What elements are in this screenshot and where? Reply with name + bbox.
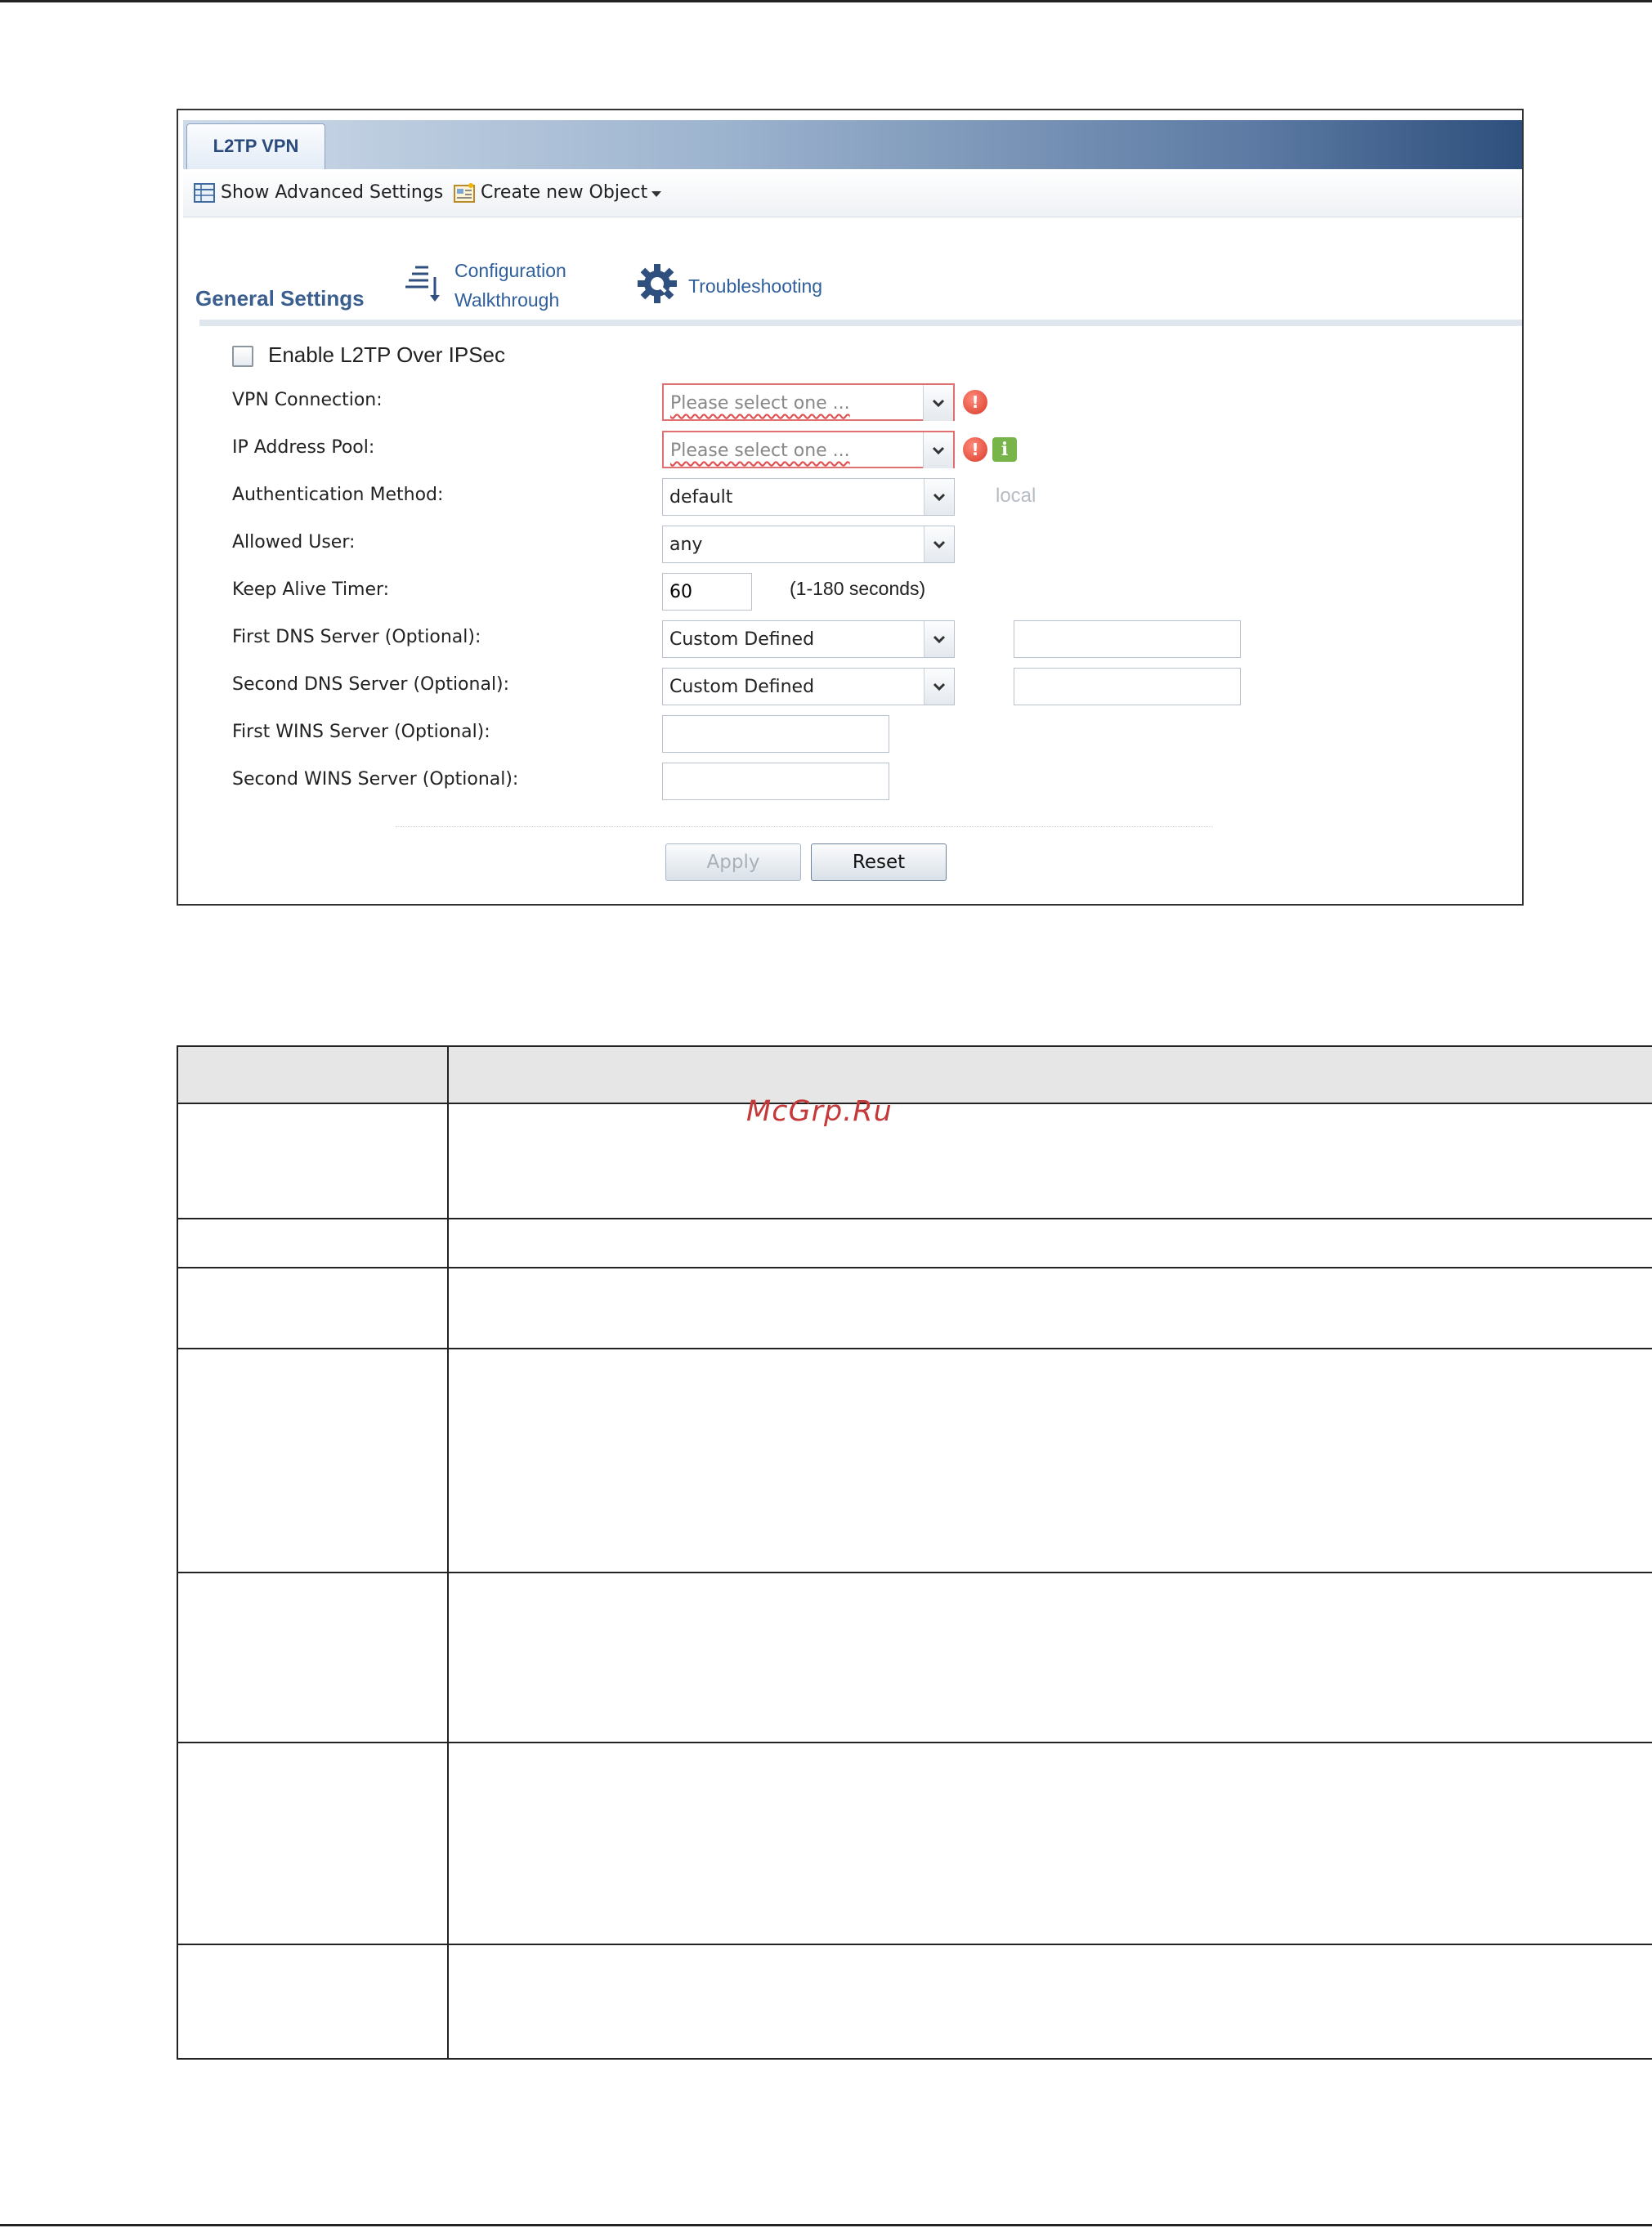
- error-icon: !: [963, 390, 987, 414]
- create-new-object-menu[interactable]: Create new Object: [453, 181, 662, 205]
- keep-alive-timer-input[interactable]: [662, 573, 752, 611]
- chevron-down-icon: [651, 181, 662, 205]
- l2tp-vpn-panel: L2TP VPN Show Advanced Settings Create n…: [177, 109, 1524, 906]
- apply-button[interactable]: Apply: [665, 843, 801, 881]
- bottom-rule: [0, 2224, 1652, 2226]
- authentication-method-select[interactable]: default: [662, 478, 955, 516]
- first-dns-server-ip-input[interactable]: [1014, 620, 1241, 658]
- second-dns-server-select[interactable]: Custom Defined: [662, 668, 955, 705]
- allowed-user-value: any: [669, 535, 703, 555]
- button-divider: [396, 826, 1213, 827]
- second-dns-server-value: Custom Defined: [669, 677, 815, 697]
- chevron-down-icon: [924, 669, 954, 705]
- table-row-divider: [177, 1572, 1652, 1573]
- authentication-method-label: Authentication Method:: [232, 485, 444, 505]
- chevron-down-icon: [923, 385, 953, 421]
- chevron-down-icon: [924, 479, 954, 515]
- first-dns-server-label: First DNS Server (Optional):: [232, 627, 481, 647]
- info-icon[interactable]: i: [992, 437, 1017, 462]
- allowed-user-select[interactable]: any: [662, 526, 955, 563]
- second-wins-server-label: Second WINS Server (Optional):: [232, 769, 519, 790]
- vpn-connection-label: VPN Connection:: [232, 390, 383, 410]
- second-dns-server-label: Second DNS Server (Optional):: [232, 674, 510, 695]
- chevron-down-icon: [923, 432, 953, 468]
- configuration-walkthrough-line1: Configuration: [454, 260, 566, 281]
- vpn-connection-select[interactable]: Please select one ...: [662, 383, 955, 421]
- create-new-object-label: Create new Object: [481, 182, 648, 203]
- enable-l2tp-label: Enable L2TP Over IPSec: [268, 342, 506, 367]
- chevron-down-icon: [924, 621, 954, 657]
- configuration-walkthrough-label: Configuration Walkthrough: [454, 256, 566, 315]
- table-header: [177, 1045, 1652, 1103]
- keep-alive-timer-hint: (1-180 seconds): [790, 578, 926, 599]
- troubleshooting-label: Troubleshooting: [688, 275, 823, 297]
- enable-l2tp-checkbox[interactable]: [232, 346, 253, 367]
- first-dns-server-value: Custom Defined: [669, 629, 815, 650]
- toolbar: Show Advanced Settings Create new Object: [183, 169, 1522, 217]
- configuration-walkthrough-line2: Walkthrough: [454, 289, 560, 311]
- authentication-method-value: default: [669, 487, 733, 508]
- ip-address-pool-value: Please select one ...: [670, 441, 850, 461]
- first-wins-server-label: First WINS Server (Optional):: [232, 722, 490, 742]
- first-dns-server-select[interactable]: Custom Defined: [662, 620, 955, 658]
- chevron-down-icon: [924, 526, 954, 562]
- first-wins-server-input[interactable]: [662, 715, 889, 753]
- allowed-user-label: Allowed User:: [232, 532, 356, 553]
- tab-l2tp-vpn[interactable]: L2TP VPN: [186, 123, 325, 169]
- table-row-divider: [177, 1742, 1652, 1743]
- ip-address-pool-label: IP Address Pool:: [232, 437, 375, 458]
- table-border-bottom: [177, 2058, 1652, 2060]
- gear-icon: [636, 262, 678, 310]
- description-table: [177, 1045, 1652, 2060]
- show-advanced-settings-button[interactable]: Show Advanced Settings: [193, 181, 443, 205]
- second-wins-server-input[interactable]: [662, 763, 889, 800]
- troubleshooting-link[interactable]: Troubleshooting: [636, 262, 822, 310]
- second-dns-server-ip-input[interactable]: [1014, 668, 1241, 705]
- section-divider: [199, 320, 1522, 326]
- ip-address-pool-select[interactable]: Please select one ...: [662, 431, 955, 468]
- table-column-divider: [447, 1045, 449, 2060]
- table-row-divider: [177, 1267, 1652, 1268]
- general-settings-title: General Settings: [195, 286, 365, 311]
- show-advanced-settings-label: Show Advanced Settings: [221, 182, 444, 203]
- tab-bar: L2TP VPN: [183, 120, 1522, 169]
- watermark-text: McGrp.Ru: [746, 1095, 893, 1128]
- configuration-walkthrough-link[interactable]: Configuration Walkthrough: [404, 256, 566, 315]
- keep-alive-timer-label: Keep Alive Timer:: [232, 579, 390, 600]
- table-icon: [193, 182, 216, 204]
- table-border-top: [177, 1045, 1652, 1047]
- authentication-method-note: local: [996, 485, 1036, 507]
- reset-button[interactable]: Reset: [811, 843, 947, 881]
- error-icon: !: [963, 437, 987, 462]
- table-row-divider: [177, 1103, 1652, 1104]
- object-icon: [453, 182, 476, 204]
- walkthrough-icon: [404, 262, 443, 308]
- table-row-divider: [177, 1348, 1652, 1349]
- table-row-divider: [177, 1218, 1652, 1219]
- top-rule: [0, 0, 1652, 2]
- table-border-left: [177, 1045, 178, 2060]
- table-row-divider: [177, 1944, 1652, 1945]
- vpn-connection-value: Please select one ...: [670, 393, 850, 414]
